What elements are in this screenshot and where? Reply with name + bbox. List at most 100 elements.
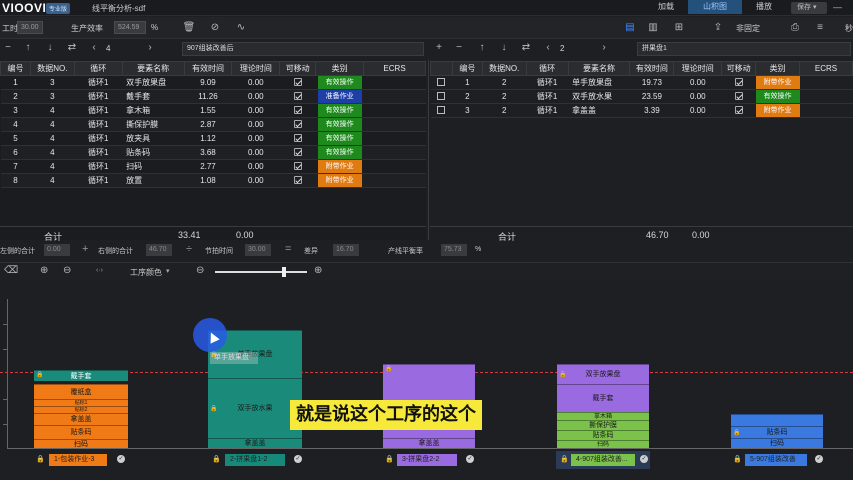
lock-icon[interactable]: 🔒 xyxy=(385,455,394,463)
row-checkbox[interactable] xyxy=(437,77,446,86)
column-header[interactable]: 理论时间 xyxy=(673,61,723,76)
column-header[interactable]: 编号 xyxy=(0,61,31,76)
movable-checkbox[interactable] xyxy=(293,175,302,184)
column-header[interactable]: ECRS xyxy=(363,61,426,76)
lock-icon[interactable]: 🔒 xyxy=(733,455,742,463)
column-header[interactable]: 要素名称 xyxy=(121,61,185,76)
minimize-icon[interactable]: — xyxy=(833,2,842,12)
fit-width-icon[interactable]: ‹·› xyxy=(96,267,103,274)
waveform-icon[interactable]: ∿ xyxy=(234,21,248,35)
unit-input[interactable]: 30.00 xyxy=(17,21,43,34)
table-row[interactable]: 3 2 循环1 拿盖盖 3.39 0.00 附带作业 xyxy=(430,103,853,118)
element-block[interactable] xyxy=(731,414,823,426)
column-header[interactable]: 可移动 xyxy=(279,61,317,76)
check-circle-icon[interactable]: ✓ xyxy=(640,455,648,463)
column-header[interactable] xyxy=(430,61,453,76)
tab-yamazumi[interactable]: 山积图 xyxy=(688,0,742,14)
swap-icon[interactable]: ⇄ xyxy=(66,42,78,53)
chevron-down-icon[interactable]: ▾ xyxy=(166,267,170,275)
station-2-stack[interactable]: 🔒 单手放果盘 🔒 双手放水果 拿盖盖 xyxy=(208,330,302,448)
category-badge[interactable]: 附带作业 xyxy=(317,160,362,173)
check-circle-icon[interactable]: ✓ xyxy=(815,455,823,463)
arrow-down-icon[interactable]: ↓ xyxy=(498,42,510,53)
disable-icon[interactable]: ⊘ xyxy=(208,21,222,35)
bar-chart-icon[interactable]: ▥ xyxy=(646,21,660,35)
element-block[interactable]: 贴条码 xyxy=(34,425,128,439)
efficiency-input[interactable]: 524.59 xyxy=(114,21,146,34)
arrow-up-icon[interactable]: ↑ xyxy=(22,42,34,53)
table-row[interactable]: 5 4 循环1 放夹具 1.12 0.00 有效操作 xyxy=(0,131,426,146)
export-icon[interactable]: ⇪ xyxy=(711,21,725,35)
category-badge[interactable]: 有效操作 xyxy=(317,104,362,117)
element-block[interactable]: 🔒 双手放水果 xyxy=(208,378,302,438)
arrow-up-icon[interactable]: ↑ xyxy=(476,42,488,53)
element-block[interactable]: 扫码 xyxy=(34,439,128,448)
element-block[interactable]: 拿盖盖 xyxy=(34,413,128,425)
lock-icon[interactable]: 🔒 xyxy=(560,455,569,463)
element-block[interactable]: 贴标1 xyxy=(34,399,128,406)
zoom-slider-track[interactable] xyxy=(215,271,307,273)
category-badge[interactable]: 附带作业 xyxy=(755,76,800,89)
element-block[interactable]: 覆纸盒 xyxy=(34,384,128,399)
element-block[interactable]: 戴手套 xyxy=(557,384,649,412)
process-color-label[interactable]: 工序颜色 xyxy=(130,267,162,278)
station-4-label[interactable]: 4-907组装改善... xyxy=(571,454,635,466)
swap-icon[interactable]: ⇄ xyxy=(520,42,532,53)
movable-checkbox[interactable] xyxy=(734,105,743,114)
prev-icon[interactable]: ‹ xyxy=(542,42,554,53)
table-view-icon[interactable]: ▤ xyxy=(623,21,637,35)
table-row[interactable]: 1 2 循环1 单手放果盘 19.73 0.00 附带作业 xyxy=(430,75,853,90)
check-circle-icon[interactable]: ✓ xyxy=(294,455,302,463)
category-badge[interactable]: 有效操作 xyxy=(317,76,362,89)
panel-divider[interactable] xyxy=(428,60,429,240)
tab-load[interactable]: 加载 xyxy=(647,0,685,14)
nonfixed-label[interactable]: 非固定 xyxy=(736,23,760,34)
table-row[interactable]: 8 4 循环1 放置 1.08 0.00 附带作业 xyxy=(0,173,426,188)
column-header[interactable]: 要素名称 xyxy=(567,61,631,76)
movable-checkbox[interactable] xyxy=(734,91,743,100)
table-row[interactable]: 4 4 循环1 撕保护膜 2.87 0.00 有效操作 xyxy=(0,117,426,132)
column-header[interactable]: 有效时间 xyxy=(629,61,675,76)
movable-checkbox[interactable] xyxy=(293,77,302,86)
column-header[interactable]: 类别 xyxy=(315,61,365,76)
element-block[interactable]: 撕保护膜 xyxy=(557,420,649,430)
movable-checkbox[interactable] xyxy=(734,77,743,86)
column-header[interactable]: 循环 xyxy=(73,61,123,76)
column-header[interactable]: 编号 xyxy=(451,61,483,76)
table-row[interactable]: 7 4 循环1 扫码 2.77 0.00 附带作业 xyxy=(0,159,426,174)
zoom-out-icon[interactable]: ⊖ xyxy=(63,265,71,276)
movable-checkbox[interactable] xyxy=(293,91,302,100)
station-1-stack[interactable]: 🔒 戴手套 覆纸盒 贴标1 贴标2 拿盖盖 贴条码 扫码 xyxy=(34,370,128,448)
station-1-label[interactable]: 1-包装作业-3 xyxy=(49,454,107,466)
check-circle-icon[interactable]: ✓ xyxy=(466,455,474,463)
element-block[interactable]: 🔒 贴条码 xyxy=(731,426,823,438)
remove-icon[interactable]: − xyxy=(453,42,465,53)
station-5-label[interactable]: 5-907组装改善 xyxy=(745,454,807,466)
column-header[interactable]: 数据NO. xyxy=(29,61,75,76)
table-row[interactable]: 2 3 循环1 戴手套 11.26 0.00 准备作业 xyxy=(0,89,426,104)
category-badge[interactable]: 有效操作 xyxy=(317,146,362,159)
zoom-minus-icon[interactable]: ⊖ xyxy=(196,265,204,276)
element-block[interactable]: 拿盖盖 xyxy=(208,438,302,448)
lock-icon[interactable]: 🔒 xyxy=(36,455,45,463)
arrow-down-icon[interactable]: ↓ xyxy=(44,42,56,53)
element-block[interactable]: 拿木箱 xyxy=(557,412,649,420)
eraser-icon[interactable]: ⌫ xyxy=(4,265,18,276)
left-plan-name[interactable]: 907组装改善后 xyxy=(182,42,424,56)
table-row[interactable]: 3 4 循环1 拿木箱 1.55 0.00 有效操作 xyxy=(0,103,426,118)
column-header[interactable]: 类别 xyxy=(755,61,801,76)
element-block[interactable]: 🔒 戴手套 xyxy=(34,370,128,381)
zoom-slider-handle[interactable] xyxy=(282,267,286,277)
element-block[interactable]: 扫码 xyxy=(557,440,649,448)
remove-icon[interactable]: − xyxy=(2,42,14,53)
element-block[interactable]: 🔒 双手放果盘 xyxy=(557,364,649,384)
element-block[interactable]: 贴标2 xyxy=(34,406,128,413)
table-row[interactable]: 6 4 循环1 贴条码 3.68 0.00 有效操作 xyxy=(0,145,426,160)
prev-icon[interactable]: ‹ xyxy=(88,42,100,53)
zoom-in-icon[interactable]: ⊕ xyxy=(40,265,48,276)
category-badge[interactable]: 附带作业 xyxy=(755,104,800,117)
column-header[interactable]: 有效时间 xyxy=(183,61,233,76)
lock-icon[interactable]: 🔒 xyxy=(212,455,221,463)
element-block[interactable]: 贴条码 xyxy=(557,430,649,440)
category-badge[interactable]: 有效操作 xyxy=(317,118,362,131)
